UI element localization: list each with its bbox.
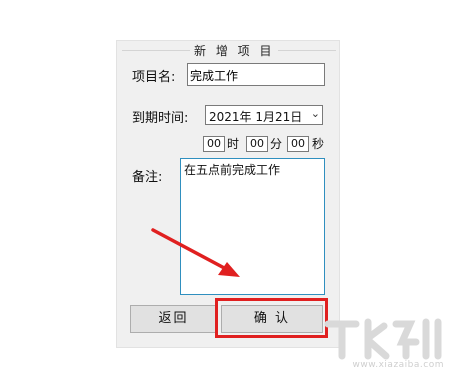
watermark-url: www.xiazaiba.com — [352, 360, 444, 370]
site-watermark: www.xiazaiba.com — [322, 312, 450, 372]
